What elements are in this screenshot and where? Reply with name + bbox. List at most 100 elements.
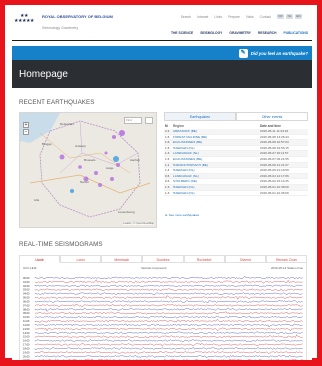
top-link[interactable]: Visits: [246, 15, 254, 19]
row-magnitude: 1.3: [165, 190, 170, 195]
row-region[interactable]: ECAUSSINNES (BE): [173, 140, 260, 145]
seismogram-panel: UCC HHZ Vertical component 2016-05-12 St…: [19, 263, 307, 360]
row-region[interactable]: HAERLEN (NL): [173, 185, 260, 190]
tab-station[interactable]: Remark Chan: [265, 255, 307, 263]
nav-item[interactable]: Seismology: [200, 31, 222, 35]
row-region[interactable]: ECAUSSINNES (BE): [173, 157, 260, 162]
row-date: 2016-05-01 22:36:09: [260, 190, 289, 195]
table-row[interactable]: 1.3 HAERLEN (NL) 2016-05-01 22:36:09: [164, 191, 308, 197]
row-date: 2016-05-08 13:26:44: [260, 134, 289, 139]
page: ★★ ★★★★★ Royal Observatory of Belgium Se…: [12, 10, 312, 360]
hour-label: 19:00: [23, 350, 30, 354]
svg-text:Antwerp: Antwerp: [75, 144, 86, 148]
seismogram-plot[interactable]: 00:0001:0002:0003:0004:0005:0006:0007:00…: [23, 276, 305, 360]
tab-station[interactable]: Rochefort: [183, 255, 225, 263]
top-links: Search Intranet Links Prepare Visits Con…: [181, 14, 302, 19]
row-region[interactable]: LANDGRAAF (NL): [173, 174, 260, 179]
seismogram-trace: [34, 276, 303, 280]
tab-earthquakes[interactable]: Earthquakes: [164, 112, 236, 121]
seismogram-trace: [34, 347, 303, 350]
row-date: 2016-05-11 11:23:16: [260, 129, 289, 133]
nav-item[interactable]: Research: [258, 31, 277, 35]
hour-label: 20:00: [23, 354, 30, 358]
more-earthquakes-link[interactable]: ► See more earthquakes: [165, 213, 199, 217]
top-link[interactable]: Contact: [260, 15, 271, 19]
top-link[interactable]: Links: [214, 15, 222, 19]
hour-label: 07:00: [23, 303, 30, 307]
lang-en[interactable]: EN: [295, 14, 302, 19]
feel-label: Did you feel an earthquake?: [250, 50, 308, 56]
hour-label: 09:00: [23, 311, 30, 315]
seismogram-trace: [34, 351, 303, 354]
row-magnitude: 1.4: [165, 168, 170, 173]
row-date: 2016-05-07 20:11:57: [260, 151, 289, 156]
feel-banner[interactable]: ✎ Did you feel an earthquake?: [12, 46, 312, 60]
tab-other-events[interactable]: Other events: [236, 112, 308, 121]
tab-station[interactable]: Membach: [101, 255, 143, 263]
hour-label: 14:00: [23, 331, 30, 335]
tab-station[interactable]: Dourbes: [142, 255, 184, 263]
lang-nl[interactable]: NL: [286, 14, 293, 19]
hour-label: 12:00: [23, 323, 30, 327]
seismogram-station: UCC HHZ: [23, 266, 37, 270]
seismogram-trace: [34, 339, 303, 342]
hour-label: 11:00: [23, 319, 30, 323]
earthquake-map[interactable]: Rotterdam Brugge Antwerp Brussels Liège …: [19, 112, 157, 228]
row-magnitude: 1.5: [165, 156, 170, 161]
tab-station[interactable]: Uccle: [19, 255, 61, 263]
hour-label: 02:00: [23, 284, 30, 288]
logo-stars-icon[interactable]: ★★ ★★★★★: [14, 14, 36, 24]
map-credit: Leaflet | © OpenStreetMap: [123, 222, 154, 225]
seismogram-trace: [39, 358, 303, 360]
hour-label: 21:00: [23, 358, 30, 360]
seismogram-trace: [34, 288, 303, 291]
row-region[interactable]: HAERLEN (NL): [173, 168, 260, 173]
zoom-out-icon[interactable]: −: [23, 129, 29, 135]
hour-label: 13:00: [23, 327, 30, 331]
seismogram-trace: [34, 308, 303, 312]
row-region[interactable]: ARRASOFF (BE): [173, 129, 260, 134]
logo-subtitle: Seismology Gravimetry: [42, 26, 79, 30]
recent-title: Recent earthquakes: [19, 99, 95, 106]
seismogram-trace: [34, 342, 303, 347]
seismogram-trace: [34, 318, 303, 323]
svg-text:Aachen: Aachen: [130, 158, 141, 162]
row-region[interactable]: HAERLEN (NL): [173, 146, 260, 151]
hour-label: 03:00: [23, 288, 30, 292]
hour-label: 10:00: [23, 315, 30, 319]
map-search-input[interactable]: Find: [124, 117, 142, 124]
row-date: 2016-05-08 10:57:03: [260, 140, 289, 145]
row-region[interactable]: LANDGRAAF (NL): [173, 151, 260, 156]
row-region[interactable]: HAESINCHINHACH (BE): [173, 163, 260, 168]
map-zoom-controls: + −: [23, 122, 29, 135]
row-magnitude: 2.2: [165, 129, 170, 133]
zoom-in-icon[interactable]: +: [23, 122, 29, 128]
layers-icon[interactable]: [145, 117, 153, 124]
svg-text:Rotterdam: Rotterdam: [60, 122, 75, 126]
row-region[interactable]: FOREST MALDINE (BE): [173, 135, 260, 140]
table-body: 2.2 ARRASOFF (BE) 2016-05-11 11:23:16 1.6 FO…: [164, 129, 308, 197]
row-region[interactable]: STOLBERG (DE): [173, 179, 260, 184]
annotation-line: [12, 40, 312, 41]
nav-item[interactable]: Gravimetry: [229, 31, 251, 35]
row-magnitude: 0.6: [165, 179, 170, 184]
lang-fr[interactable]: FR: [277, 14, 284, 19]
hour-label: 16:00: [23, 339, 30, 343]
map-svg: Rotterdam Brugge Antwerp Brussels Liège …: [20, 113, 156, 227]
top-link[interactable]: Prepare: [228, 15, 240, 19]
tab-station[interactable]: Ostend: [224, 255, 266, 263]
nav-item-publications[interactable]: Publications: [284, 31, 308, 35]
seismogram-trace: [34, 304, 303, 308]
tab-station[interactable]: Lomo: [60, 255, 102, 263]
seismogram-trace: [34, 334, 303, 339]
logo-title[interactable]: Royal Observatory of Belgium: [42, 14, 113, 19]
row-date: 2016-05-06 21:16:59: [260, 168, 289, 173]
row-region[interactable]: HAERLEN (NL): [173, 191, 260, 196]
top-link[interactable]: Search: [181, 15, 191, 19]
hour-label: 06:00: [23, 299, 30, 303]
row-magnitude: 1.3: [165, 184, 170, 189]
nav-item[interactable]: The science: [171, 31, 193, 35]
feel-icon: ✎: [238, 48, 248, 58]
seismogram-trace: [34, 327, 303, 332]
top-link[interactable]: Intranet: [197, 15, 208, 19]
